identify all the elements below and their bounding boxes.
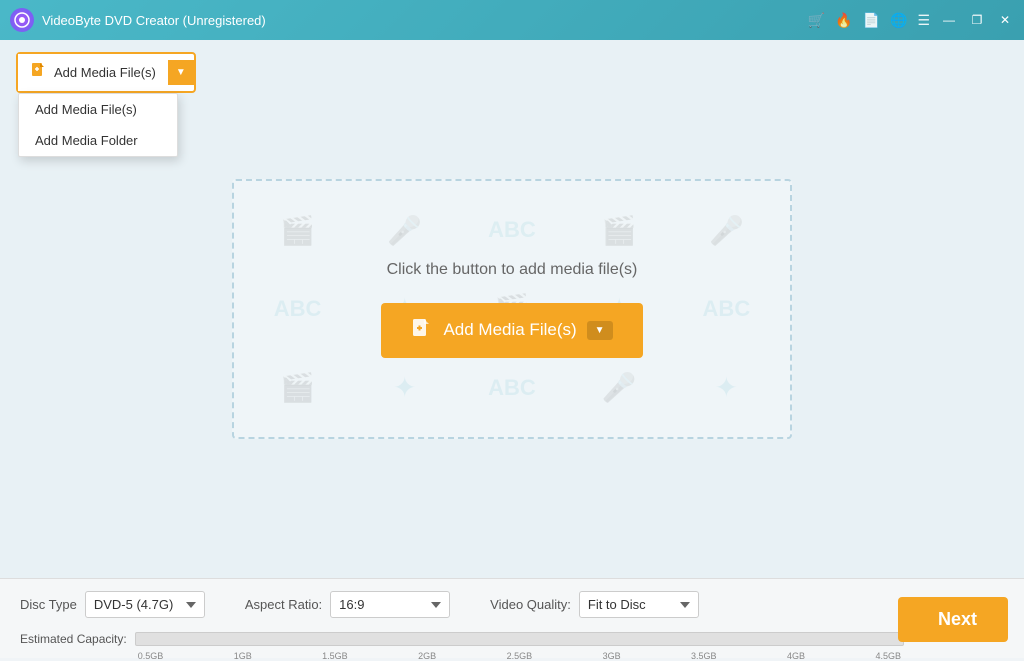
tick-3: 3GB [603, 651, 621, 661]
app-icon [10, 8, 34, 32]
dropdown-add-folder[interactable]: Add Media Folder [19, 125, 177, 156]
wm-film-icon: 🎬 [280, 214, 315, 247]
tick-2: 2GB [418, 651, 436, 661]
dropdown-add-files[interactable]: Add Media File(s) [19, 94, 177, 125]
wm-mic-icon2: 🎤 [709, 214, 744, 247]
tick-2.5: 2.5GB [507, 651, 533, 661]
next-button[interactable]: Next [898, 597, 1008, 642]
wm-star-icon3: ✦ [393, 371, 416, 404]
wm-film-icon2: 🎬 [602, 214, 637, 247]
disc-type-select[interactable]: DVD-5 (4.7G) DVD-9 (8.5G) [85, 591, 205, 618]
app-title: VideoByte DVD Creator (Unregistered) [42, 13, 266, 28]
drop-zone: 🎬 🎤 ABC 🎬 🎤 ABC ✦ 🎬 ✦ ABC 🎬 ✦ ABC 🎤 ✦ Cl… [232, 179, 792, 439]
title-bar: VideoByte DVD Creator (Unregistered) 🛒 🔥… [0, 0, 1024, 40]
disc-type-label: Disc Type [20, 597, 77, 612]
wm-text-abc3: ABC [703, 296, 751, 322]
toolbar: Add Media File(s) ▼ Add Media File(s) Ad… [0, 40, 212, 105]
estimated-capacity-label: Estimated Capacity: [20, 632, 127, 646]
big-btn-icon [411, 317, 433, 344]
tick-4: 4GB [787, 651, 805, 661]
add-media-dropdown-menu: Add Media File(s) Add Media Folder [18, 93, 178, 157]
add-media-dropdown-arrow[interactable]: ▼ [168, 60, 194, 85]
wm-star-icon4: ✦ [715, 371, 738, 404]
capacity-ticks: 0.5GB 1GB 1.5GB 2GB 2.5GB 3GB 3.5GB 4GB … [136, 651, 903, 661]
globe-icon[interactable]: 🌐 [890, 12, 907, 29]
add-media-dropdown[interactable]: Add Media File(s) ▼ Add Media File(s) Ad… [16, 52, 196, 93]
big-btn-arrow: ▼ [587, 321, 613, 340]
main-area: Add Media File(s) ▼ Add Media File(s) Ad… [0, 40, 1024, 578]
big-btn-label: Add Media File(s) [443, 320, 576, 340]
tick-0.5: 0.5GB [138, 651, 164, 661]
title-bar-controls: 🛒 🔥 📄 🌐 ☰ — ❐ ✕ [808, 11, 1014, 29]
disc-type-field: Disc Type DVD-5 (4.7G) DVD-9 (8.5G) [20, 591, 205, 618]
capacity-row: Estimated Capacity: 0.5GB 1GB 1.5GB 2GB … [20, 632, 904, 646]
arrow-icon: ▼ [176, 67, 186, 78]
video-quality-select[interactable]: Fit to Disc High Medium Low [579, 591, 699, 618]
add-media-files-button[interactable]: Add Media File(s) [18, 54, 168, 91]
tick-1.5: 1.5GB [322, 651, 348, 661]
add-file-icon [30, 61, 48, 84]
add-media-big-button[interactable]: Add Media File(s) ▼ [381, 303, 642, 358]
menu-icon[interactable]: ☰ [917, 12, 930, 29]
fire-icon[interactable]: 🔥 [835, 12, 852, 29]
video-quality-field: Video Quality: Fit to Disc High Medium L… [490, 591, 699, 618]
wm-mic-icon3: 🎤 [602, 371, 637, 404]
wm-text-abc2: ABC [274, 296, 322, 322]
tick-1: 1GB [234, 651, 252, 661]
minimize-button[interactable]: — [940, 11, 958, 29]
aspect-ratio-field: Aspect Ratio: 16:9 4:3 [245, 591, 450, 618]
wm-text-abc1: ABC [488, 217, 536, 243]
add-media-btn-label: Add Media File(s) [54, 65, 156, 80]
wm-film-icon4: 🎬 [280, 371, 315, 404]
tick-3.5: 3.5GB [691, 651, 717, 661]
cart-icon[interactable]: 🛒 [808, 12, 825, 29]
bottom-bar: Disc Type DVD-5 (4.7G) DVD-9 (8.5G) Aspe… [0, 578, 1024, 658]
title-bar-left: VideoByte DVD Creator (Unregistered) [10, 8, 266, 32]
video-quality-label: Video Quality: [490, 597, 571, 612]
wm-text-abc4: ABC [488, 375, 536, 401]
tick-4.5: 4.5GB [875, 651, 901, 661]
drop-zone-hint: Click the button to add media file(s) [387, 261, 638, 279]
wm-mic-icon: 🎤 [387, 214, 422, 247]
aspect-ratio-label: Aspect Ratio: [245, 597, 322, 612]
document-icon[interactable]: 📄 [863, 12, 880, 29]
aspect-ratio-select[interactable]: 16:9 4:3 [330, 591, 450, 618]
capacity-bar: 0.5GB 1GB 1.5GB 2GB 2.5GB 3GB 3.5GB 4GB … [135, 632, 904, 646]
settings-fields-row: Disc Type DVD-5 (4.7G) DVD-9 (8.5G) Aspe… [20, 591, 729, 618]
restore-button[interactable]: ❐ [968, 11, 986, 29]
close-button[interactable]: ✕ [996, 11, 1014, 29]
